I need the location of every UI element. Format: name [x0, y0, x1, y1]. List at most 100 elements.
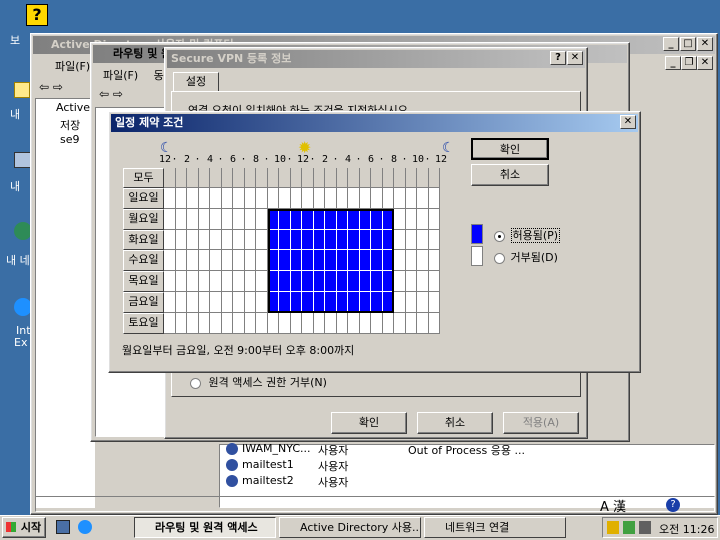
shield-icon[interactable] [607, 521, 619, 534]
schedule-cell[interactable] [382, 188, 394, 209]
schedule-cell[interactable] [405, 271, 417, 292]
schedule-cell[interactable] [325, 188, 337, 209]
schedule-cell[interactable] [428, 312, 440, 334]
schedule-cell[interactable] [175, 292, 187, 313]
schedule-cell[interactable] [359, 188, 371, 209]
schedule-cell[interactable] [256, 208, 268, 230]
schedule-cell[interactable] [290, 188, 302, 209]
schedule-cell[interactable] [175, 208, 187, 230]
schedule-cell[interactable] [359, 312, 371, 334]
hour-column-button[interactable] [267, 168, 279, 188]
schedule-cell[interactable] [198, 229, 210, 251]
schedule-cell[interactable] [417, 250, 429, 272]
hour-column-button[interactable] [210, 168, 222, 188]
schedule-cell[interactable] [175, 188, 187, 209]
schedule-cell[interactable] [233, 208, 245, 230]
schedule-cell[interactable] [233, 188, 245, 209]
schedule-cell[interactable] [267, 188, 279, 209]
radio-button[interactable] [190, 377, 201, 389]
schedule-cell[interactable] [405, 250, 417, 272]
schedule-cell[interactable] [256, 271, 268, 292]
hour-column-button[interactable] [279, 168, 291, 188]
schedule-cell[interactable] [164, 208, 176, 230]
hour-column-button[interactable] [325, 168, 337, 188]
schedule-cell[interactable] [244, 271, 256, 292]
schedule-cell[interactable] [187, 188, 199, 209]
schedule-cell[interactable] [336, 188, 348, 209]
desktop-icon[interactable] [56, 520, 70, 534]
hour-column-button[interactable] [198, 168, 210, 188]
apply-button[interactable]: 적용(A) [503, 412, 579, 434]
ad-menu-file[interactable]: 파일(F) [55, 58, 90, 74]
schedule-cell[interactable] [210, 250, 222, 272]
hour-column-button[interactable] [371, 168, 383, 188]
schedule-cell[interactable] [382, 312, 394, 334]
schedule-cell[interactable] [244, 229, 256, 251]
schedule-cell[interactable] [221, 188, 233, 209]
schedule-cell[interactable] [313, 312, 325, 334]
schedule-cell[interactable] [175, 271, 187, 292]
schedule-cell[interactable] [256, 250, 268, 272]
schedule-cell[interactable] [187, 271, 199, 292]
schedule-cell[interactable] [394, 208, 406, 230]
schedule-cell[interactable] [428, 229, 440, 251]
hour-column-button[interactable] [382, 168, 394, 188]
schedule-cell[interactable] [325, 312, 337, 334]
schedule-cell[interactable] [198, 292, 210, 313]
schedule-cell[interactable] [371, 188, 383, 209]
schedule-cell[interactable] [210, 188, 222, 209]
schedule-cell[interactable] [210, 208, 222, 230]
hour-column-button[interactable] [348, 168, 360, 188]
schedule-cell[interactable] [417, 229, 429, 251]
ad-back-icon[interactable]: ⇦ ⇨ [39, 80, 63, 94]
maximize-button[interactable]: □ [680, 37, 696, 51]
schedule-cell[interactable] [394, 271, 406, 292]
rras-nav-icons[interactable]: ⇦ ⇨ [99, 87, 123, 101]
schedule-cell[interactable] [210, 229, 222, 251]
schedule-cell[interactable] [164, 250, 176, 272]
hour-column-button[interactable] [256, 168, 268, 188]
schedule-cell[interactable] [267, 312, 279, 334]
schedule-cell[interactable] [221, 271, 233, 292]
schedule-cell[interactable] [256, 312, 268, 334]
schedule-cell[interactable] [417, 292, 429, 313]
tree-item[interactable]: se9 [60, 133, 80, 146]
table-row[interactable]: mailtest2 사용자 [226, 474, 348, 489]
schedule-cell[interactable] [405, 188, 417, 209]
schedule-cell[interactable] [279, 188, 291, 209]
schedule-cell[interactable] [233, 229, 245, 251]
hour-column-button[interactable] [417, 168, 429, 188]
menu-file[interactable]: 파일(F) [97, 67, 144, 83]
table-row[interactable]: mailtest1 사용자 [226, 458, 348, 473]
schedule-cell[interactable] [233, 271, 245, 292]
schedule-cell[interactable] [210, 292, 222, 313]
schedule-cell[interactable] [417, 312, 429, 334]
schedule-cell[interactable] [405, 292, 417, 313]
cancel-button[interactable]: 취소 [417, 412, 493, 434]
tree-item[interactable]: 저장 [60, 117, 80, 133]
schedule-cell[interactable] [210, 312, 222, 334]
schedule-cell[interactable] [198, 312, 210, 334]
schedule-cell[interactable] [256, 188, 268, 209]
schedule-cell[interactable] [233, 250, 245, 272]
schedule-cell[interactable] [348, 188, 360, 209]
allow-radio[interactable]: 허용됨(P) [494, 227, 561, 243]
tree-item[interactable]: Active [56, 101, 90, 114]
schedule-cell[interactable] [394, 229, 406, 251]
deny-remote-radio[interactable]: 원격 액세스 권한 거부(N) [190, 374, 327, 390]
schedule-cell[interactable] [187, 250, 199, 272]
schedule-cell[interactable] [187, 292, 199, 313]
keyboard-icon[interactable] [639, 521, 651, 534]
schedule-cell[interactable] [198, 208, 210, 230]
schedule-cell[interactable] [313, 188, 325, 209]
hour-column-button[interactable] [428, 168, 440, 188]
schedule-cell[interactable] [336, 312, 348, 334]
radio-button[interactable] [494, 230, 505, 242]
schedule-cell[interactable] [175, 250, 187, 272]
tab-settings[interactable]: 설정 [173, 72, 219, 92]
radio-button[interactable] [494, 252, 505, 264]
schedule-cell[interactable] [290, 312, 302, 334]
minimize-button[interactable]: _ [663, 37, 679, 51]
hour-column-button[interactable] [394, 168, 406, 188]
schedule-cell[interactable] [233, 312, 245, 334]
